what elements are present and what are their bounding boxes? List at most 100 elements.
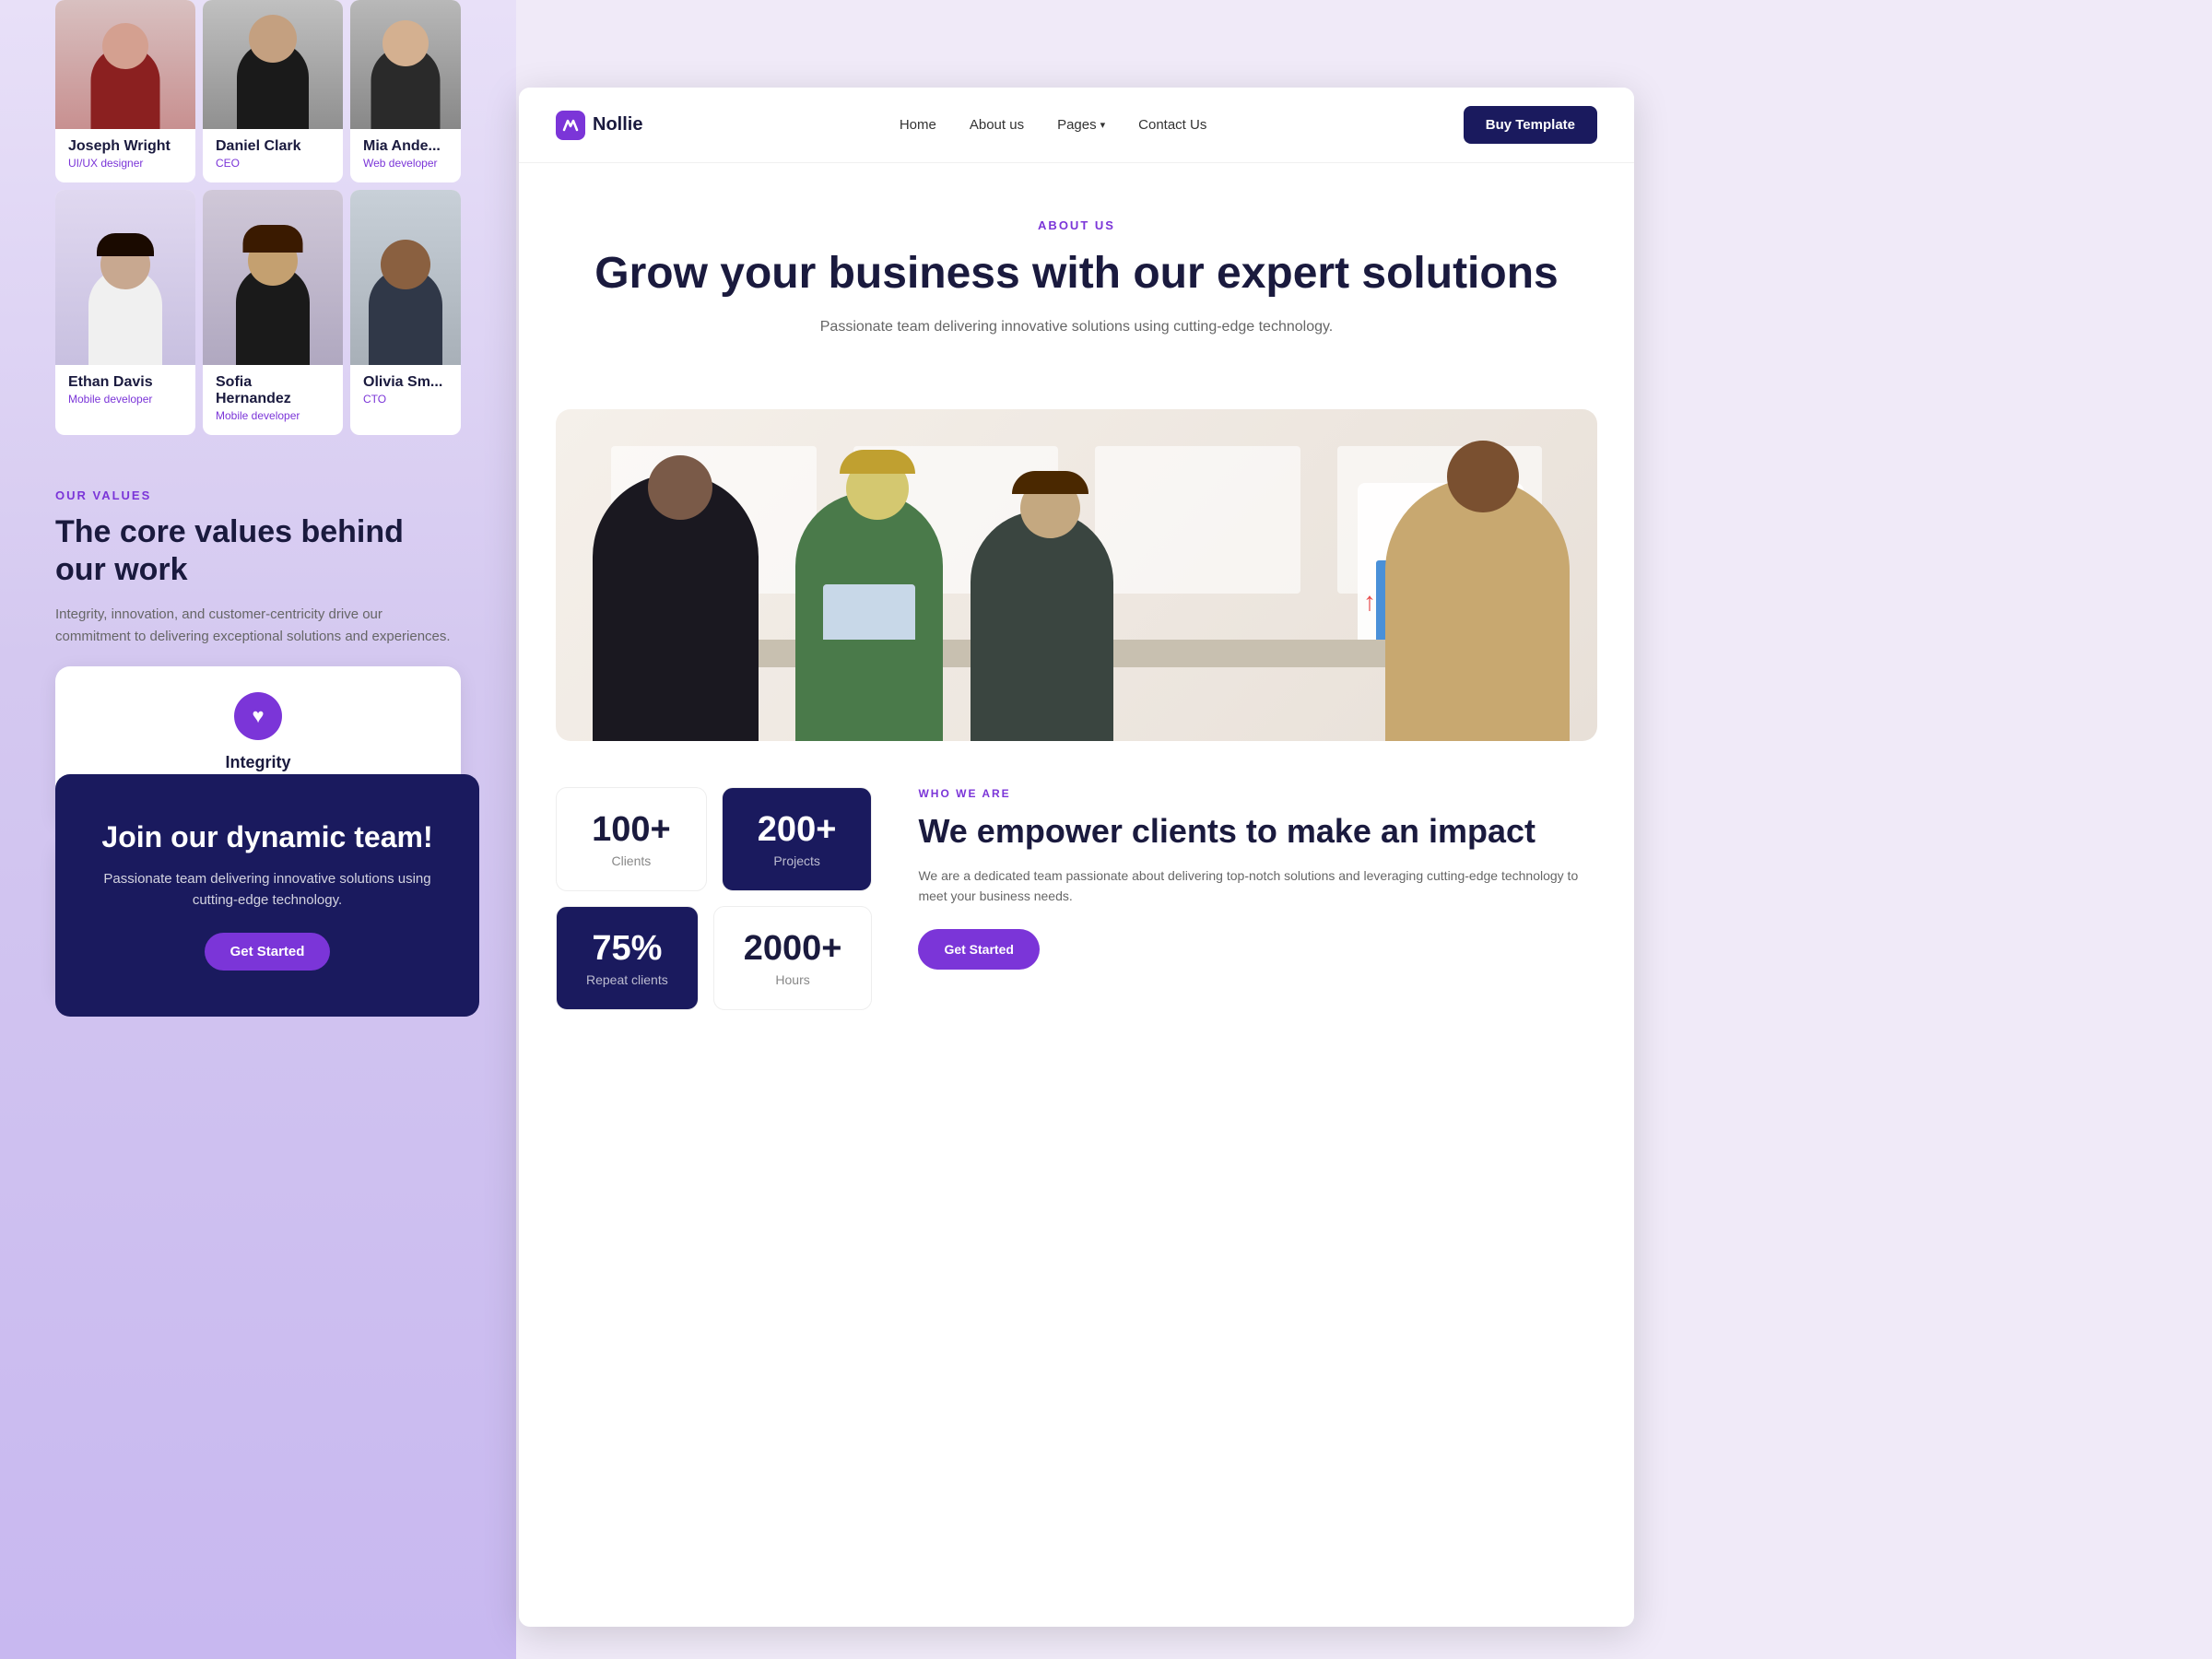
team-info-daniel: Daniel Clark CEO xyxy=(203,129,343,182)
team-bottom-row: Ethan Davis Mobile developer Sofia Herna… xyxy=(0,182,516,442)
left-panel: Joseph Wright UI/UX designer Daniel Clar… xyxy=(0,0,516,998)
person-back-head xyxy=(648,455,712,520)
stats-column: 100+ Clients 200+ Projects 75% Repeat cl… xyxy=(556,787,872,1010)
stat-projects-label: Projects xyxy=(752,853,842,868)
person-brunette-body xyxy=(971,511,1113,741)
who-heading: We empower clients to make an impact xyxy=(918,811,1597,851)
team-photo-mia xyxy=(350,0,461,129)
logo-icon xyxy=(556,111,585,140)
team-role-sofia: Mobile developer xyxy=(216,409,330,422)
values-description: Integrity, innovation, and customer-cent… xyxy=(55,604,461,648)
team-name-mia: Mia Ande... xyxy=(363,138,448,155)
team-info-sofia: Sofia Hernandez Mobile developer xyxy=(203,365,343,435)
about-title: Grow your business with our expert solut… xyxy=(593,247,1560,300)
team-name-ethan: Ethan Davis xyxy=(68,374,182,391)
team-info-joseph: Joseph Wright UI/UX designer xyxy=(55,129,195,182)
who-section-label: WHO WE ARE xyxy=(918,787,1597,800)
team-role-daniel: CEO xyxy=(216,157,330,170)
stat-clients-label: Clients xyxy=(586,853,677,868)
head-shape xyxy=(249,15,297,63)
join-team-banner: Join our dynamic team! Passionate team d… xyxy=(55,774,479,1017)
person-right-head xyxy=(1447,441,1519,512)
team-role-olivia: CTO xyxy=(363,393,448,406)
team-card-olivia: Olivia Sm... CTO xyxy=(350,190,461,435)
main-window: Nollie Home About us Pages ▾ Contact Us … xyxy=(519,88,1634,1627)
buy-template-button[interactable]: Buy Template xyxy=(1464,106,1597,144)
team-card-daniel: Daniel Clark CEO xyxy=(203,0,343,182)
hair-shape xyxy=(243,225,303,253)
team-photo-joseph xyxy=(55,0,195,129)
values-title: The core values behind our work xyxy=(55,513,461,589)
nav-cta: Buy Template xyxy=(1464,106,1597,144)
trend-arrow-icon: ↑ xyxy=(1363,587,1376,617)
laptop-screen-outer xyxy=(823,584,915,640)
team-card-mia: Mia Ande... Web developer xyxy=(350,0,461,182)
stat-repeat: 75% Repeat clients xyxy=(556,906,699,1010)
person-right-body xyxy=(1385,478,1570,741)
nav-links: Home About us Pages ▾ Contact Us xyxy=(900,117,1207,133)
team-photo-olivia xyxy=(350,190,461,365)
team-card-sofia: Sofia Hernandez Mobile developer xyxy=(203,190,343,435)
about-section: ABOUT US Grow your business with our exp… xyxy=(519,163,1634,409)
team-top-row: Joseph Wright UI/UX designer Daniel Clar… xyxy=(0,0,516,182)
stat-clients: 100+ Clients xyxy=(556,787,707,891)
stats-row-2: 75% Repeat clients 2000+ Hours xyxy=(556,906,872,1010)
head-shape xyxy=(102,23,148,69)
team-name-joseph: Joseph Wright xyxy=(68,138,182,155)
chevron-down-icon: ▾ xyxy=(1100,119,1106,131)
nav-contact[interactable]: Contact Us xyxy=(1138,117,1206,133)
team-photo-daniel xyxy=(203,0,343,129)
nav-pages[interactable]: Pages ▾ xyxy=(1057,117,1105,133)
team-info-olivia: Olivia Sm... CTO xyxy=(350,365,461,418)
join-subtitle: Passionate team delivering innovative so… xyxy=(92,869,442,911)
stat-projects-number: 200+ xyxy=(752,810,842,850)
team-card-joseph: Joseph Wright UI/UX designer xyxy=(55,0,195,182)
stat-repeat-label: Repeat clients xyxy=(586,972,668,987)
join-title: Join our dynamic team! xyxy=(92,820,442,854)
stat-hours-label: Hours xyxy=(744,972,842,987)
team-name-daniel: Daniel Clark xyxy=(216,138,330,155)
spacer xyxy=(0,442,516,461)
team-role-mia: Web developer xyxy=(363,157,448,170)
meeting-visual: ↑ xyxy=(556,409,1597,741)
get-started-button[interactable]: Get Started xyxy=(205,933,331,971)
integrity-card-title: Integrity xyxy=(81,753,435,772)
about-section-label: ABOUT US xyxy=(593,218,1560,232)
stat-hours-number: 2000+ xyxy=(744,929,842,969)
team-role-ethan: Mobile developer xyxy=(68,393,182,406)
who-get-started-button[interactable]: Get Started xyxy=(918,929,1039,970)
laptop-screen-inner xyxy=(823,584,915,640)
nav-pages-label: Pages xyxy=(1057,117,1097,133)
values-section: OUR VALUES The core values behind our wo… xyxy=(0,461,516,666)
person-blonde-hair xyxy=(840,450,915,474)
about-subtitle: Passionate team delivering innovative so… xyxy=(800,319,1353,335)
bottom-content: 100+ Clients 200+ Projects 75% Repeat cl… xyxy=(519,769,1634,1029)
who-body: We are a dedicated team passionate about… xyxy=(918,865,1597,907)
who-we-are-section: WHO WE ARE We empower clients to make an… xyxy=(900,787,1597,1010)
nav-logo: Nollie xyxy=(556,111,642,140)
team-role-joseph: UI/UX designer xyxy=(68,157,182,170)
team-name-olivia: Olivia Sm... xyxy=(363,374,448,391)
team-name-sofia: Sofia Hernandez xyxy=(216,374,330,407)
nav-home[interactable]: Home xyxy=(900,117,936,133)
navigation: Nollie Home About us Pages ▾ Contact Us … xyxy=(519,88,1634,163)
team-info-ethan: Ethan Davis Mobile developer xyxy=(55,365,195,418)
team-photo-ethan xyxy=(55,190,195,365)
stat-projects: 200+ Projects xyxy=(722,787,873,891)
meeting-image-container: ↑ xyxy=(519,409,1634,741)
head-shape xyxy=(382,20,429,66)
stat-clients-number: 100+ xyxy=(586,810,677,850)
values-section-label: OUR VALUES xyxy=(55,488,461,502)
window-bar-3 xyxy=(1095,446,1300,594)
person-brunette-hair xyxy=(1012,471,1088,494)
logo-text: Nollie xyxy=(593,114,642,135)
team-card-ethan: Ethan Davis Mobile developer xyxy=(55,190,195,435)
nav-about[interactable]: About us xyxy=(970,117,1024,133)
stat-repeat-number: 75% xyxy=(586,929,668,969)
head-shape xyxy=(381,240,430,289)
hair-shape xyxy=(97,233,154,256)
stat-hours: 2000+ Hours xyxy=(713,906,873,1010)
logo-svg xyxy=(562,117,579,134)
integrity-icon: ♥ xyxy=(234,692,282,740)
stats-row-1: 100+ Clients 200+ Projects xyxy=(556,787,872,891)
